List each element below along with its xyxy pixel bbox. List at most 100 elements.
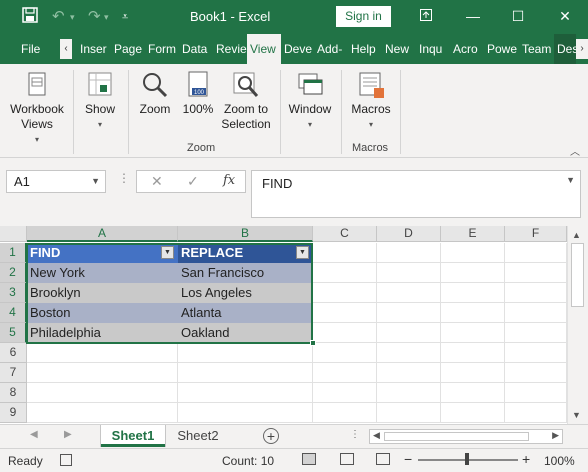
table-cell[interactable]: Brooklyn [27, 283, 178, 303]
expand-formula-bar-icon[interactable]: ▼ [566, 175, 575, 185]
column-header-d[interactable]: D [377, 226, 441, 242]
zoom-100-button[interactable]: 100 100% [180, 70, 216, 117]
minimize-icon[interactable]: — [460, 5, 486, 27]
grid-cell[interactable] [313, 403, 377, 423]
grid-cell[interactable] [441, 303, 505, 323]
grid-cell[interactable] [441, 363, 505, 383]
tab-help[interactable]: Help [348, 34, 382, 64]
grid-cell[interactable] [505, 323, 567, 343]
horizontal-scrollbar[interactable]: ◀ ▶ [369, 429, 563, 444]
zoom-out-icon[interactable]: − [404, 451, 412, 467]
normal-view-icon[interactable] [302, 453, 316, 465]
grid-cell[interactable] [505, 383, 567, 403]
tab-data[interactable]: Data [179, 34, 213, 64]
grid-cell[interactable] [313, 243, 377, 263]
table-cell[interactable]: Boston [27, 303, 178, 323]
redo-dropdown-icon[interactable]: ▾ [104, 7, 109, 27]
table-cell[interactable]: San Francisco [178, 263, 313, 283]
grid-cell[interactable] [377, 383, 441, 403]
grid-cell[interactable] [505, 363, 567, 383]
save-icon[interactable] [22, 7, 38, 29]
row-header-6[interactable]: 6 [0, 343, 27, 363]
tab-review[interactable]: Revie [213, 34, 247, 64]
row-header-8[interactable]: 8 [0, 383, 27, 403]
customize-toolbar-icon[interactable]: ⩡ [122, 7, 128, 27]
filter-dropdown-icon[interactable]: ▼ [296, 246, 309, 259]
grid-cell[interactable] [441, 243, 505, 263]
column-header-e[interactable]: E [441, 226, 505, 242]
grid-cell[interactable] [505, 303, 567, 323]
grid-cell[interactable] [377, 343, 441, 363]
grid-cell[interactable] [377, 303, 441, 323]
grid-cell[interactable] [313, 263, 377, 283]
grid-cell[interactable] [377, 243, 441, 263]
grid-cell[interactable] [178, 403, 313, 423]
formula-bar-grip-icon[interactable]: ⋮ [118, 171, 130, 185]
ribbon-display-options-icon[interactable] [413, 5, 439, 27]
tab-formulas[interactable]: Form [145, 34, 179, 64]
tab-scroll-right-icon[interactable]: › [576, 39, 588, 59]
table-cell[interactable]: Philadelphia [27, 323, 178, 343]
tab-power-pivot[interactable]: Powe [484, 34, 519, 64]
sign-in-button[interactable]: Sign in [336, 6, 391, 27]
table-cell[interactable]: Oakland [178, 323, 313, 343]
tab-new[interactable]: New [382, 34, 416, 64]
table-cell[interactable]: Los Angeles [178, 283, 313, 303]
collapse-ribbon-icon[interactable]: ︿ [570, 143, 580, 158]
page-break-preview-icon[interactable] [376, 453, 390, 465]
column-header-a[interactable]: A [27, 226, 178, 242]
grid-cell[interactable] [505, 243, 567, 263]
redo-icon[interactable]: ↷ [88, 7, 101, 27]
row-header-9[interactable]: 9 [0, 403, 27, 423]
grid-cell[interactable] [377, 263, 441, 283]
column-header-b[interactable]: B [178, 226, 313, 242]
macro-record-icon[interactable] [60, 454, 72, 466]
undo-icon[interactable]: ↶ [52, 7, 65, 27]
zoom-to-selection-button[interactable]: Zoom to Selection [218, 70, 274, 132]
tab-developer[interactable]: Deve [281, 34, 314, 64]
formula-input[interactable]: FIND ▼ [251, 170, 581, 218]
table-cell[interactable]: New York [27, 263, 178, 283]
grid-cell[interactable] [441, 403, 505, 423]
page-layout-view-icon[interactable] [340, 453, 354, 465]
tab-team[interactable]: Team [519, 34, 553, 64]
insert-function-icon[interactable]: fx [223, 173, 235, 188]
tab-acrobat[interactable]: Acro [450, 34, 484, 64]
sheet-prev-icon[interactable]: ◀ [30, 429, 38, 440]
row-header-5[interactable]: 5 [0, 323, 27, 343]
grid-cell[interactable] [178, 363, 313, 383]
tab-insert[interactable]: Inser [77, 34, 111, 64]
scroll-right-icon[interactable]: ▶ [552, 430, 559, 441]
grid-cell[interactable] [505, 403, 567, 423]
grid-cell[interactable] [505, 283, 567, 303]
filter-dropdown-icon[interactable]: ▼ [161, 246, 174, 259]
scroll-up-icon[interactable]: ▲ [572, 230, 581, 240]
row-header-2[interactable]: 2 [0, 263, 27, 283]
grid-cell[interactable] [27, 363, 178, 383]
worksheet-grid[interactable]: A B C D E F 1 2 3 4 5 6 7 8 9 FIND ▼ REP… [0, 226, 588, 424]
cancel-icon[interactable]: ✕ [151, 173, 163, 190]
tab-add-ins[interactable]: Add- [314, 34, 348, 64]
close-icon[interactable]: ✕ [552, 5, 578, 27]
grid-cell[interactable] [441, 323, 505, 343]
grid-cell[interactable] [313, 303, 377, 323]
grid-cell[interactable] [377, 403, 441, 423]
fill-handle[interactable] [310, 340, 316, 346]
scroll-down-icon[interactable]: ▼ [572, 410, 581, 420]
sheet-tab-sheet1[interactable]: Sheet1 [101, 425, 165, 447]
grid-cell[interactable] [313, 383, 377, 403]
sheet-tab-sheet2[interactable]: Sheet2 [166, 425, 230, 447]
row-header-4[interactable]: 4 [0, 303, 27, 323]
maximize-icon[interactable]: ☐ [505, 5, 531, 27]
sheet-next-icon[interactable]: ▶ [64, 429, 72, 440]
tab-split-grip-icon[interactable]: ⋮ [350, 429, 360, 440]
select-all-corner[interactable] [0, 226, 27, 242]
scrollbar-thumb[interactable] [571, 243, 584, 307]
grid-cell[interactable] [377, 323, 441, 343]
column-header-f[interactable]: F [505, 226, 567, 242]
vertical-scrollbar[interactable]: ▲ ▼ [567, 226, 588, 424]
name-box[interactable]: A1 ▼ [6, 170, 106, 193]
grid-cell[interactable] [313, 323, 377, 343]
table-header-cell[interactable]: FIND ▼ [27, 243, 178, 263]
zoom-percentage[interactable]: 100% [544, 454, 575, 468]
